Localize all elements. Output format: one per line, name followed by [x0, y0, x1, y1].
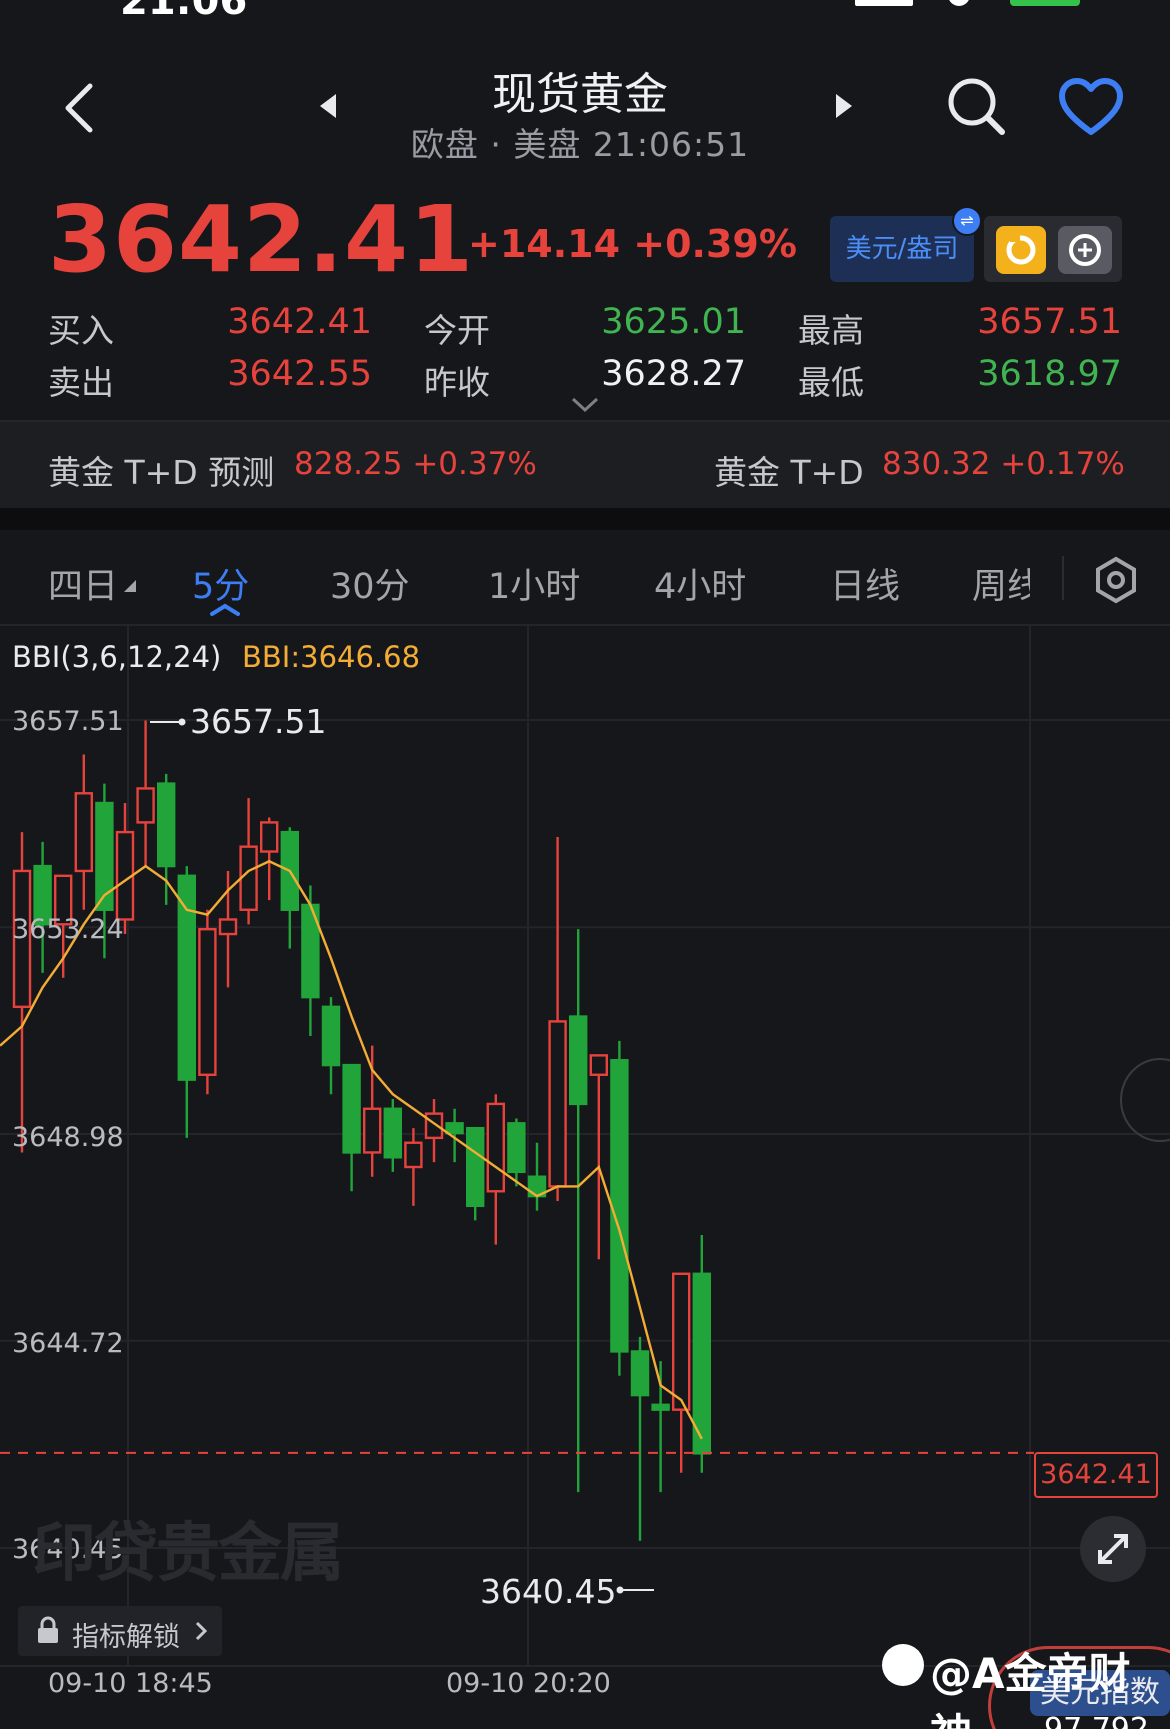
assistant-icon[interactable]: [1058, 226, 1112, 274]
sell-label: 卖出: [48, 363, 114, 402]
settings-icon[interactable]: [1092, 556, 1140, 604]
candle-body: [507, 1122, 526, 1174]
swap-icon: ⇌: [952, 206, 982, 236]
candle-body: [260, 821, 279, 853]
tab-daily[interactable]: 日线: [830, 558, 900, 609]
candle-body: [404, 1141, 423, 1169]
open-value: 3625.01: [601, 302, 746, 342]
lock-icon: [38, 1616, 58, 1643]
td-value: 830.32 +0.17%: [882, 446, 1125, 482]
candle-body: [424, 1112, 444, 1140]
y-tick: 3644.72: [12, 1328, 124, 1359]
indicator-value: BBI:3646.68: [242, 640, 421, 674]
buy-value: 3642.41: [227, 302, 372, 342]
candle-body: [466, 1126, 485, 1208]
candle-body: [610, 1059, 629, 1353]
candle-body: [569, 1015, 588, 1106]
candle-body: [486, 1102, 505, 1193]
td-forecast-label: 黄金 T+D 预测: [48, 453, 275, 492]
x-tick: 09-10 18:45: [48, 1668, 213, 1699]
session-low-marker: 3640.45: [480, 1572, 617, 1611]
candle-body: [589, 1054, 608, 1076]
fullscreen-icon[interactable]: [1080, 1516, 1146, 1582]
low-label: 最低: [798, 363, 864, 402]
candle-body: [198, 927, 217, 1076]
open-label: 今开: [424, 311, 490, 350]
chevron-right-icon: [195, 1621, 208, 1641]
watermark: 印贷贵金属: [32, 1517, 344, 1591]
search-icon[interactable]: [944, 74, 1008, 138]
status-time: 21:06: [120, 0, 248, 24]
indicator-name: BBI(3,6,12,24): [12, 640, 222, 674]
y-tick: 3648.98: [12, 1122, 124, 1153]
prev-close-label: 昨收: [424, 363, 490, 402]
active-tab-indicator: [210, 603, 240, 616]
next-instrument-icon[interactable]: [834, 92, 854, 120]
tab-4hour[interactable]: 4小时: [654, 558, 746, 609]
current-price-tag: 3642.41: [1034, 1452, 1158, 1498]
high-value: 3657.51: [977, 302, 1122, 342]
tab-30min[interactable]: 30分: [330, 558, 410, 609]
y-tick: 3657.51: [12, 706, 124, 737]
candle-body: [672, 1272, 691, 1411]
session-high-marker: 3657.51: [190, 702, 327, 741]
candle-body: [548, 1020, 567, 1188]
sell-value: 3642.55: [227, 354, 372, 394]
unlock-label: 指标解锁: [72, 1622, 180, 1653]
candle-body: [136, 787, 155, 824]
td-label: 黄金 T+D: [714, 453, 864, 492]
buy-label: 买入: [48, 311, 114, 350]
tab-separator: [1062, 556, 1064, 600]
high-label: 最高: [798, 311, 864, 350]
low-value: 3618.97: [977, 354, 1122, 394]
brand-logo-icon: [882, 1644, 924, 1686]
y-tick: 3653.24: [12, 914, 124, 945]
prev-close-value: 3628.27: [601, 354, 746, 394]
candle-body: [363, 1107, 382, 1154]
candle-body: [239, 845, 258, 911]
status-bar: 21:06: [0, 0, 1170, 24]
tab-weekly[interactable]: 周线: [972, 558, 1030, 609]
tab-dropdown-icon: [124, 580, 136, 592]
candle-body: [445, 1122, 464, 1135]
candle-body: [651, 1403, 670, 1411]
candle-body: [321, 1005, 341, 1067]
tab-1hour[interactable]: 1小时: [488, 558, 580, 609]
brand-watermark: @A金帝财神: [930, 1649, 1131, 1729]
wifi-icon: [948, 0, 970, 6]
candle-body: [630, 1350, 650, 1397]
section-gap: [0, 508, 1170, 530]
candle-body: [383, 1107, 402, 1159]
x-tick: 09-10 20:20: [446, 1668, 611, 1699]
candle-body: [218, 918, 238, 936]
refresh-icon[interactable]: [996, 226, 1046, 274]
last-price: 3642.41: [48, 186, 475, 293]
favorite-heart-icon[interactable]: [1058, 78, 1124, 136]
low-marker-dot: [616, 1586, 624, 1594]
high-marker-dot: [178, 718, 186, 726]
candle-body: [74, 792, 94, 873]
expand-chevron-icon[interactable]: [570, 396, 600, 414]
battery-icon: [1010, 0, 1080, 6]
signal-icon: [855, 0, 913, 6]
candle-body: [177, 874, 197, 1081]
price-change: +14.14 +0.39%: [468, 222, 797, 266]
candle-body: [342, 1063, 361, 1154]
td-forecast-value: 828.25 +0.37%: [294, 446, 537, 482]
candle-body: [156, 782, 176, 868]
tab-4day[interactable]: 四日: [48, 558, 118, 609]
